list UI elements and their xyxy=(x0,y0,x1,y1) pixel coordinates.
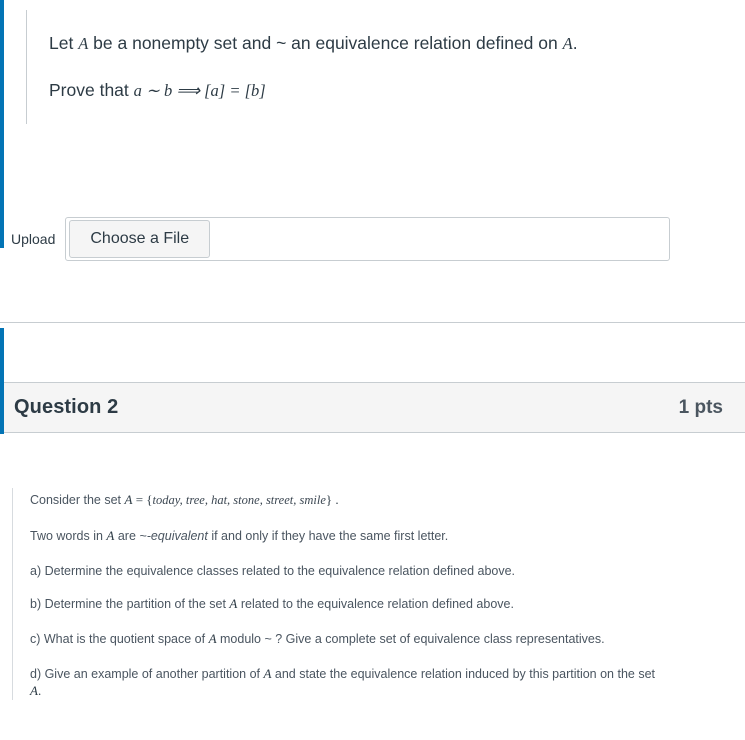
q1-l1-math-set-a: A xyxy=(78,34,89,53)
q1-l1-mid-text: be a nonempty set and ~ an equivalence r… xyxy=(88,33,563,53)
q2-l2-pre-text: Two words in xyxy=(30,528,107,543)
question-2-line-definition: Two words in A are ~-equivalent if and o… xyxy=(30,528,732,545)
question-2-title: Question 2 xyxy=(14,396,119,418)
q1-l1-math-set-a-2: A xyxy=(562,34,573,53)
question-2-part-d: d) Give an example of another partition … xyxy=(30,666,732,700)
upload-label: Upload xyxy=(11,231,56,247)
q2-l4-pre-text: b) Determine the partition of the set xyxy=(30,597,230,612)
question-2-body: Consider the set A = {today, tree, hat, … xyxy=(0,434,745,740)
question-2-block: Question 2 1 pts Consider the set A = {t… xyxy=(0,328,745,740)
q2-l1-pre-text: Consider the set xyxy=(30,493,125,507)
question-2-part-b: b) Determine the partition of the set A … xyxy=(30,596,732,613)
q2-l2-end-text: if and only if they have the same first … xyxy=(207,528,449,543)
question-2-part-c: c) What is the quotient space of A modul… xyxy=(30,631,732,648)
q2-l5-math-set-a: A xyxy=(208,630,217,646)
question-2-part-a: a) Determine the equivalence classes rel… xyxy=(30,563,516,578)
q1-l2-math-expression: a ∼ b ⟹ [a] = [b] xyxy=(133,80,266,100)
question-1-block: Let A be a nonempty set and ~ an equival… xyxy=(0,0,745,322)
q1-l1-end-text: . xyxy=(572,33,578,53)
file-upload-field[interactable]: Choose a File xyxy=(65,217,671,261)
question-1-prompt-line-1: Let A be a nonempty set and ~ an equival… xyxy=(49,32,716,56)
q1-l2-pre-text: Prove that xyxy=(49,79,134,100)
question-1-upload-row: Upload Choose a File xyxy=(0,214,745,264)
q2-l2-emphasis-equivalent: ~-equivalent xyxy=(139,528,208,543)
q2-l7-math-set-a: A xyxy=(30,682,38,698)
q2-l1-post-text: } . xyxy=(325,492,339,507)
q2-l4-end-text: related to the equivalence relation defi… xyxy=(237,597,514,612)
question-2-header: Question 2 1 pts xyxy=(4,382,745,433)
q2-l7-end-text: . xyxy=(37,682,42,698)
q2-l5-end-text: modulo ~ ? Give a complete set of equiva… xyxy=(216,631,605,646)
question-1-blockquote: Let A be a nonempty set and ~ an equival… xyxy=(26,10,716,124)
question-1-prompt-body: Let A be a nonempty set and ~ an equival… xyxy=(0,0,745,205)
choose-a-file-button[interactable]: Choose a File xyxy=(69,220,211,258)
q2-l6-end-text: and state the equivalence relation induc… xyxy=(271,666,656,681)
selected-file-name xyxy=(213,218,669,260)
question-1-prompt-line-2: Prove that a ∼ b ⟹ [a] = [b] xyxy=(49,79,716,103)
question-divider xyxy=(0,322,745,323)
question-2-points-badge: 1 pts xyxy=(678,396,723,418)
question-2-blockquote: Consider the set A = {today, tree, hat, … xyxy=(12,488,732,700)
question-2-line-set-definition: Consider the set A = {today, tree, hat, … xyxy=(30,492,732,509)
q2-l1-equals: = { xyxy=(132,492,153,507)
q2-l5-pre-text: c) What is the quotient space of xyxy=(30,631,209,646)
q1-l1-pre-text: Let xyxy=(49,33,79,53)
q2-l2-mid-text: are xyxy=(114,528,140,543)
q2-l1-set-elements: today, tree, hat, stone, street, smile xyxy=(152,493,326,507)
q2-l6-pre-text: d) Give an example of another partition … xyxy=(30,666,264,681)
